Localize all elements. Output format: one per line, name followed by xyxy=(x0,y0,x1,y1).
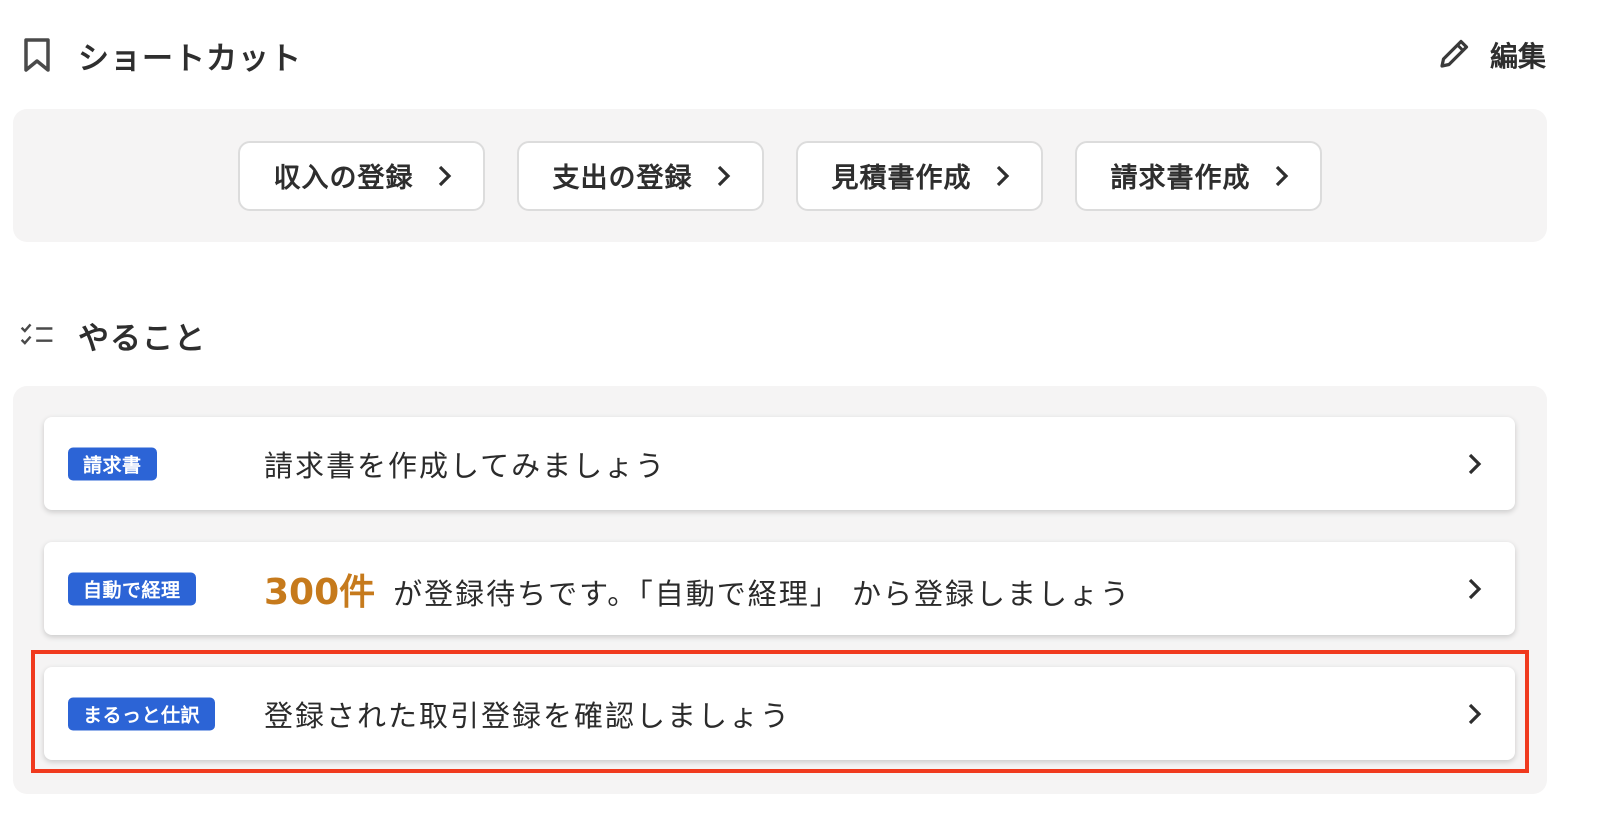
chevron-right-icon xyxy=(1468,703,1482,724)
todo-text: 登録された取引登録を確認しましょう xyxy=(264,693,791,735)
todos-panel: 請求書 請求書を作成してみましょう 自動で経理 300件 が登録待ちです。「自動… xyxy=(13,386,1547,794)
shortcuts-header: ショートカット 編集 xyxy=(20,28,1546,82)
chevron-right-icon xyxy=(1468,453,1482,474)
todo-item-auto-accounting[interactable]: 自動で経理 300件 が登録待ちです。「自動で経理」 から登録しましょう xyxy=(44,542,1515,635)
shortcut-expense-button[interactable]: 支出の登録 xyxy=(517,140,764,211)
chevron-right-icon xyxy=(438,165,452,186)
category-badge: まるっと仕訳 xyxy=(68,697,216,730)
shortcut-income-button[interactable]: 収入の登録 xyxy=(238,140,485,211)
todo-message: が登録待ちです。「自動で経理」 から登録しましょう xyxy=(393,576,1131,611)
checklist-icon xyxy=(20,315,54,355)
shortcut-label: 収入の登録 xyxy=(273,163,414,194)
edit-button[interactable]: 編集 xyxy=(1438,35,1546,75)
chevron-right-icon xyxy=(1468,578,1482,599)
todo-item-invoice[interactable]: 請求書 請求書を作成してみましょう xyxy=(44,417,1515,510)
chevron-right-icon xyxy=(717,165,731,186)
category-badge: 自動で経理 xyxy=(68,572,196,605)
edit-label: 編集 xyxy=(1489,40,1546,73)
pending-count: 300件 xyxy=(264,571,376,613)
todo-text: 300件 が登録待ちです。「自動で経理」 から登録しましょう xyxy=(264,563,1131,615)
pencil-icon xyxy=(1438,36,1472,74)
todo-message: 登録された取引登録を確認しましょう xyxy=(264,698,792,733)
category-badge: 請求書 xyxy=(68,447,157,480)
shortcut-estimate-button[interactable]: 見積書作成 xyxy=(796,140,1043,211)
shortcut-invoice-button[interactable]: 請求書作成 xyxy=(1075,140,1322,211)
chevron-right-icon xyxy=(1275,165,1289,186)
todos-title: やること xyxy=(78,320,206,357)
shortcut-label: 請求書作成 xyxy=(1110,163,1251,194)
todo-message: 請求書を作成してみましょう xyxy=(264,448,667,483)
chevron-right-icon xyxy=(996,165,1010,186)
shortcut-label: 見積書作成 xyxy=(831,163,972,194)
todo-text: 請求書を作成してみましょう xyxy=(264,443,666,485)
todos-header: やること xyxy=(20,308,1546,362)
shortcuts-title: ショートカット xyxy=(78,40,302,77)
bookmark-icon xyxy=(20,35,54,75)
shortcuts-panel: 収入の登録 支出の登録 見積書作成 請求書作成 xyxy=(13,109,1547,242)
todo-item-marutto-journal[interactable]: まるっと仕訳 登録された取引登録を確認しましょう xyxy=(44,667,1515,760)
shortcut-label: 支出の登録 xyxy=(552,163,693,194)
